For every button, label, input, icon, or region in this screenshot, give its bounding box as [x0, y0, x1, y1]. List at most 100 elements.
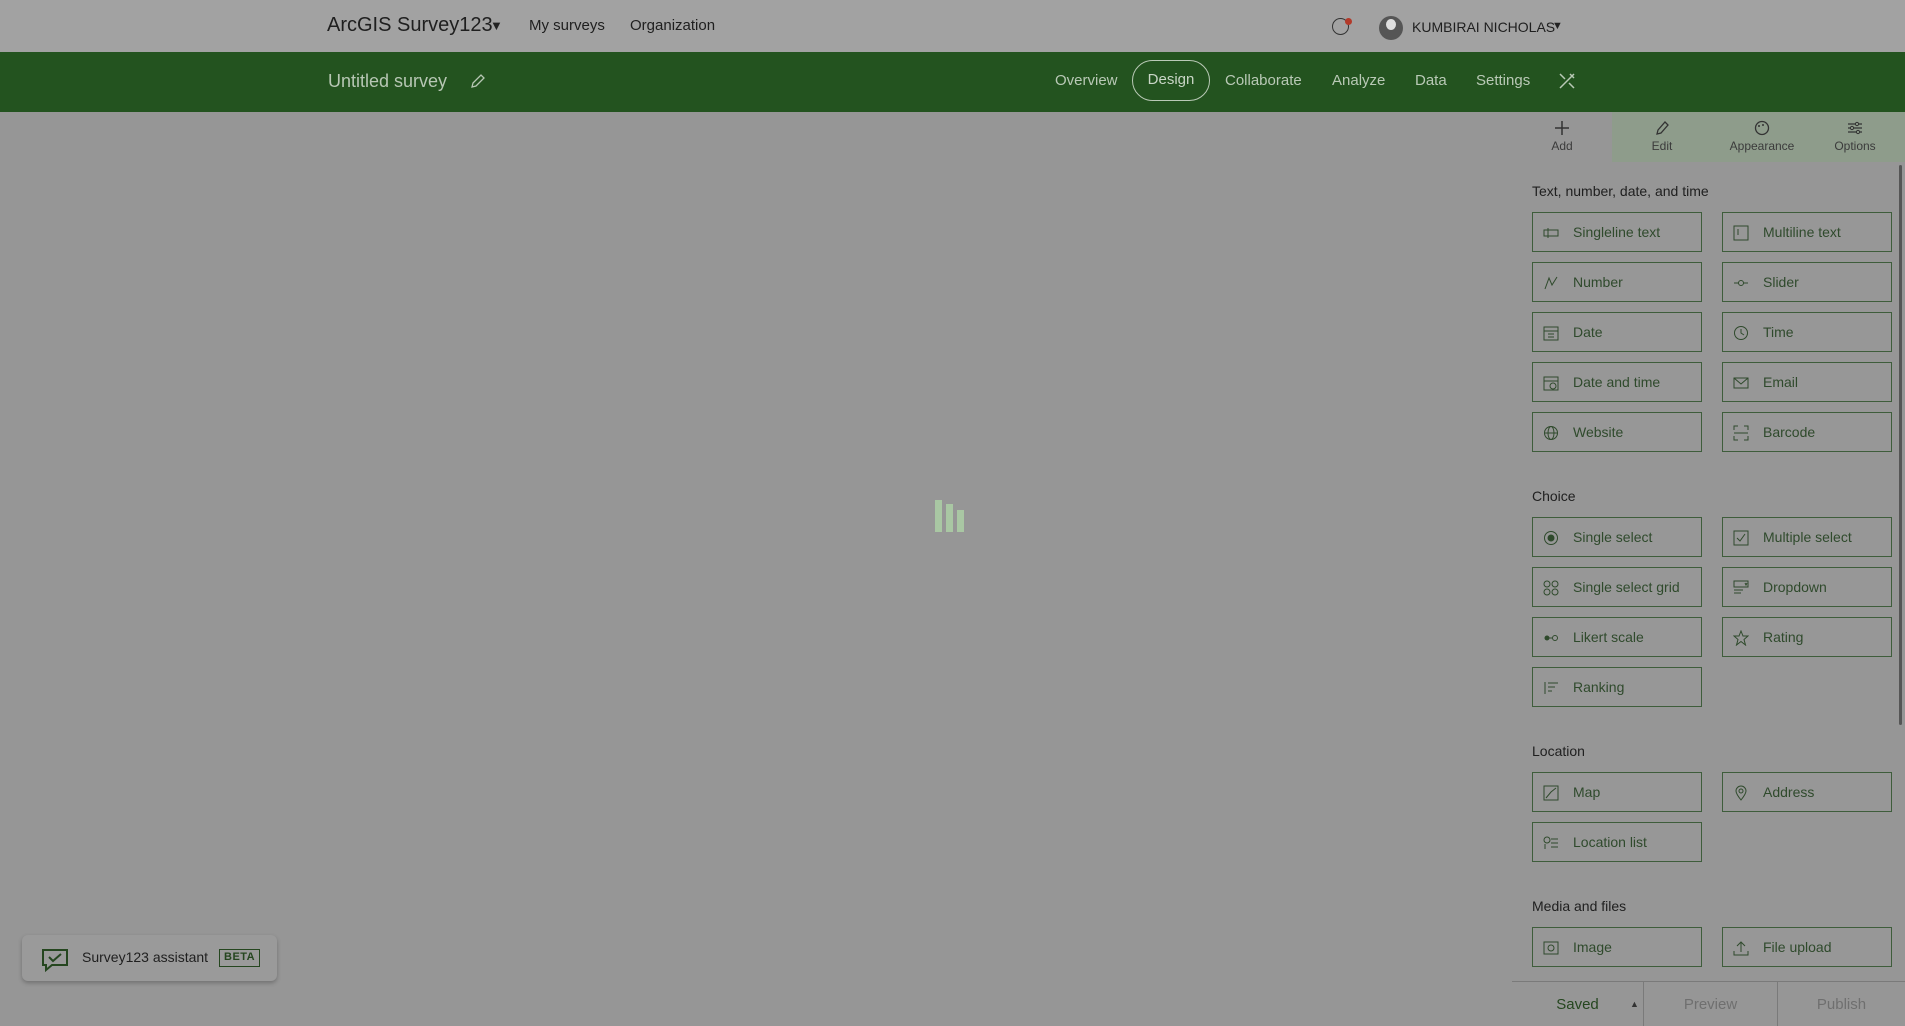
likert-icon — [1544, 635, 1558, 641]
panel-tab-appearance[interactable]: Appearance — [1712, 112, 1812, 162]
number-button[interactable]: Number — [1532, 262, 1702, 302]
question-type-label: Likert scale — [1573, 629, 1644, 645]
envelope-icon — [1733, 377, 1749, 389]
panel-scrollbar[interactable] — [1899, 165, 1902, 725]
grid-icon — [1543, 580, 1559, 596]
question-type-label: Dropdown — [1763, 579, 1827, 595]
question-type-label: Single select grid — [1573, 579, 1680, 595]
tab-data[interactable]: Data — [1415, 72, 1447, 89]
question-type-label: Image — [1573, 939, 1612, 955]
question-type-label: File upload — [1763, 939, 1832, 955]
address-button[interactable]: Address — [1722, 772, 1892, 812]
pencil-icon — [1656, 121, 1669, 135]
question-type-label: Singleline text — [1573, 224, 1661, 240]
panel-tab-label: Options — [1834, 139, 1876, 153]
dropdown-button[interactable]: Dropdown — [1722, 567, 1892, 607]
map-button[interactable]: Map — [1532, 772, 1702, 812]
section-title-choice: Choice — [1532, 488, 1576, 504]
slider-button[interactable]: Slider — [1722, 262, 1892, 302]
palette-icon — [1754, 120, 1770, 136]
tab-settings[interactable]: Settings — [1476, 72, 1530, 89]
saved-button[interactable]: Saved ▲ — [1512, 982, 1644, 1026]
section-title-location: Location — [1532, 743, 1585, 759]
singleline-text-button[interactable]: Singleline text — [1532, 212, 1702, 252]
map-icon — [1543, 785, 1559, 801]
image-icon — [1543, 941, 1559, 955]
beta-badge: BETA — [219, 949, 261, 967]
ranking-icon — [1544, 682, 1558, 694]
tab-design[interactable]: Design — [1132, 60, 1210, 101]
tab-overview[interactable]: Overview — [1055, 72, 1118, 89]
assistant-icon — [42, 949, 68, 972]
user-name[interactable]: KUMBIRAI NICHOLAS — [1412, 19, 1555, 35]
avatar[interactable] — [1379, 16, 1403, 40]
user-menu-chevron-icon[interactable]: ▼ — [1552, 20, 1563, 32]
tab-collaborate[interactable]: Collaborate — [1225, 72, 1302, 89]
single-select-button[interactable]: Single select — [1532, 517, 1702, 557]
question-type-label: Date and time — [1573, 374, 1661, 390]
single-select-grid-button[interactable]: Single select grid — [1532, 567, 1702, 607]
barcode-button[interactable]: Barcode — [1722, 412, 1892, 452]
time-button[interactable]: Time — [1722, 312, 1892, 352]
image-button[interactable]: Image — [1532, 927, 1702, 967]
panel-tab-label: Appearance — [1729, 139, 1795, 153]
edit-title-pencil-icon[interactable] — [470, 73, 486, 89]
calendar-clock-icon — [1543, 376, 1559, 391]
preview-button[interactable]: Preview — [1644, 982, 1778, 1026]
question-type-label: Single select — [1573, 529, 1653, 545]
app-switcher-chevron-icon[interactable]: ▼ — [490, 18, 503, 33]
question-type-label: Barcode — [1763, 424, 1816, 440]
top-bar: ArcGIS Survey123 ▼ My surveys Organizati… — [0, 0, 1905, 52]
likert-scale-button[interactable]: Likert scale — [1532, 617, 1702, 657]
checkbox-icon — [1733, 530, 1749, 546]
question-type-label: Website — [1573, 424, 1624, 440]
chevron-up-icon[interactable]: ▲ — [1630, 982, 1639, 1026]
notification-badge — [1345, 18, 1352, 25]
survey-header: Untitled survey Overview Design Collabor… — [0, 52, 1905, 112]
location-list-button[interactable]: Location list — [1532, 822, 1702, 862]
section-title-media: Media and files — [1532, 898, 1627, 914]
loading-indicator — [935, 498, 971, 532]
upload-icon — [1733, 941, 1749, 956]
saved-label: Saved — [1556, 996, 1599, 1013]
date-and-time-button[interactable]: Date and time — [1532, 362, 1702, 402]
ranking-button[interactable]: Ranking — [1532, 667, 1702, 707]
panel-tab-label: Edit — [1651, 139, 1673, 153]
survey-title[interactable]: Untitled survey — [328, 71, 447, 92]
nav-my-surveys[interactable]: My surveys — [529, 17, 605, 34]
question-type-label: Date — [1573, 324, 1603, 340]
rating-button[interactable]: Rating — [1722, 617, 1892, 657]
radio-icon — [1544, 531, 1558, 545]
question-type-label: Map — [1573, 784, 1601, 800]
panel-tab-add[interactable]: Add — [1512, 112, 1612, 162]
question-type-label: Multiline text — [1763, 224, 1841, 240]
question-type-label: Multiple select — [1763, 529, 1852, 545]
assistant-label: Survey123 assistant — [82, 949, 209, 965]
date-button[interactable]: Date — [1532, 312, 1702, 352]
question-type-label: Ranking — [1573, 679, 1625, 695]
question-type-label: Rating — [1763, 629, 1804, 645]
tab-analyze[interactable]: Analyze — [1332, 72, 1385, 89]
multiple-select-button[interactable]: Multiple select — [1722, 517, 1892, 557]
publish-button[interactable]: Publish — [1778, 982, 1905, 1026]
email-button[interactable]: Email — [1722, 362, 1892, 402]
panel-tab-edit[interactable]: Edit — [1612, 112, 1712, 162]
website-button[interactable]: Website — [1532, 412, 1702, 452]
question-type-label: Address — [1763, 784, 1815, 800]
bottom-action-bar: Saved ▲ Preview Publish — [1512, 981, 1905, 1026]
section-title-text: Text, number, date, and time — [1532, 183, 1709, 199]
tools-icon[interactable] — [1558, 72, 1576, 90]
nav-organization[interactable]: Organization — [630, 17, 715, 34]
globe-icon — [1544, 426, 1558, 440]
multiline-text-button[interactable]: Multiline text — [1722, 212, 1892, 252]
dropdown-icon — [1733, 580, 1749, 594]
question-type-label: Email — [1763, 374, 1799, 390]
app-title[interactable]: ArcGIS Survey123 — [327, 14, 493, 37]
panel-tab-label: Add — [1551, 139, 1573, 153]
panel-tab-options[interactable]: Options — [1805, 112, 1905, 162]
calendar-icon — [1543, 326, 1559, 341]
file-upload-button[interactable]: File upload — [1722, 927, 1892, 967]
survey-assistant-button[interactable]: Survey123 assistant BETA — [22, 935, 277, 981]
question-type-label: Time — [1763, 324, 1794, 340]
pin-icon — [1735, 785, 1747, 801]
